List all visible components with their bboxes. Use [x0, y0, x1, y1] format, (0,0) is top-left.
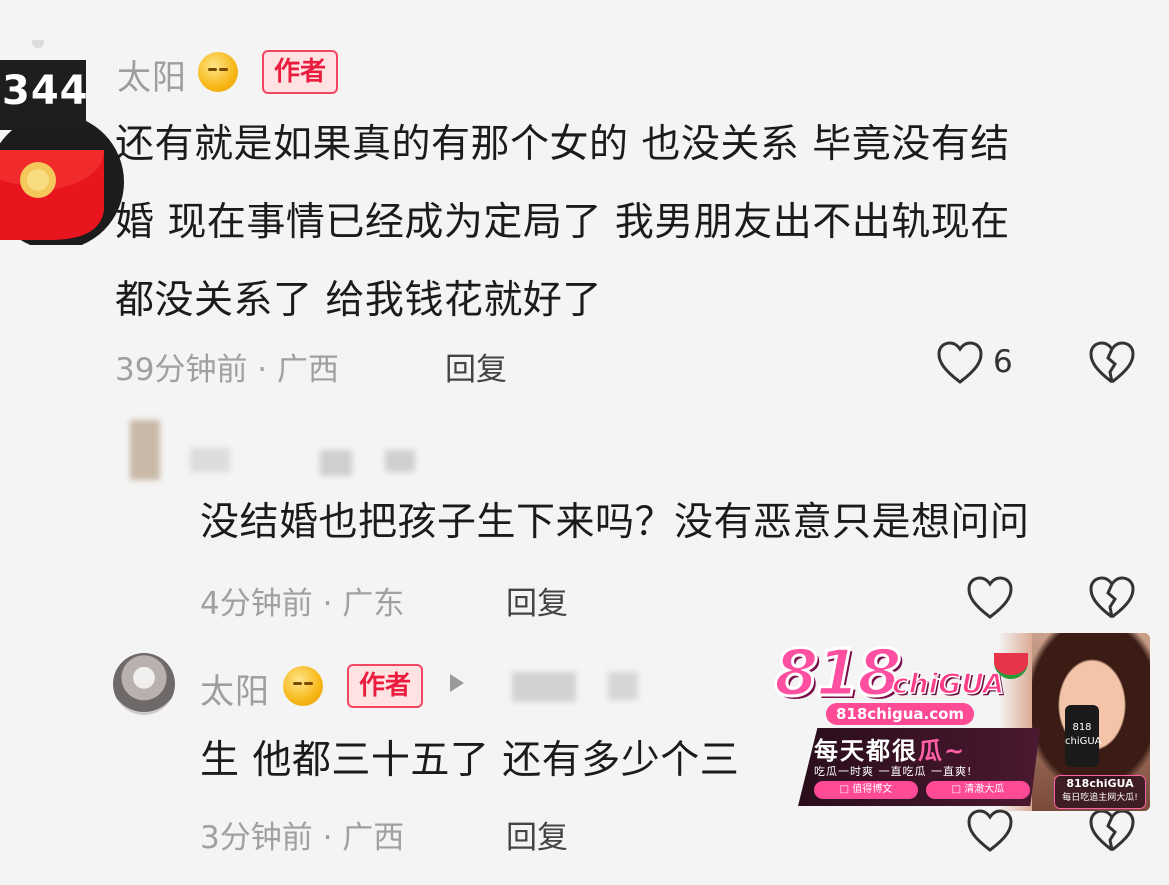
sun-emoji-icon	[283, 666, 323, 706]
sun-emoji-icon	[198, 52, 238, 92]
blurred-username	[320, 450, 352, 476]
broken-heart-icon	[1089, 576, 1135, 619]
ad-slogan-accent: 瓜~	[918, 737, 967, 765]
comment-text-line-1: 还有就是如果真的有那个女的 也没关系 毕竟没有结	[115, 122, 1010, 167]
ad-url: 818chigua.com	[826, 703, 974, 725]
comment-username[interactable]: 太阳	[117, 50, 187, 99]
author-badge: 作者	[347, 664, 424, 708]
broken-heart-icon	[1089, 809, 1135, 852]
like-button[interactable]	[966, 808, 1014, 858]
comment-username[interactable]: 太阳	[200, 664, 270, 713]
comment-text-line-3: 都没关系了 给我钱花就好了	[115, 278, 602, 323]
blurred-username	[512, 672, 576, 702]
blurred-username	[190, 448, 230, 472]
dislike-button[interactable]	[1088, 808, 1136, 858]
like-button[interactable]	[966, 575, 1014, 625]
blurred-username	[385, 450, 415, 472]
ad-phone-label: 818 chiGUA	[1065, 705, 1102, 767]
comment-text-line-2: 婚 现在事情已经成为定局了 我男朋友出不出轨现在	[115, 200, 1010, 245]
heart-outline-icon	[967, 576, 1013, 619]
ad-badge-subtitle: 每日吃追主网大瓜!	[1062, 793, 1138, 803]
like-count: 6	[993, 344, 1013, 380]
ad-logo-chigua: chiGUA	[891, 666, 1005, 701]
ad-chip-right: □ 清澈大瓜	[926, 781, 1030, 799]
ad-corner-badge: 818chiGUA 每日吃追主网大瓜!	[1054, 775, 1146, 809]
reply-text: 没结婚也把孩子生下来吗？没有恶意只是想问问	[200, 500, 1030, 545]
reply-button[interactable]: 回复	[506, 812, 568, 857]
user-avatar[interactable]	[113, 653, 175, 715]
reply-button[interactable]: 回复	[506, 578, 568, 623]
comment-time-location: 39分钟前 · 广西	[115, 352, 340, 388]
author-badge: 作者	[262, 50, 339, 94]
blurred-avatar[interactable]	[130, 420, 160, 480]
comment-time-location: 4分钟前 · 广东	[200, 586, 405, 622]
blurred-username	[608, 672, 638, 700]
reply-button[interactable]: 回复	[445, 344, 507, 389]
dislike-button[interactable]	[1088, 575, 1136, 625]
ad-subtitle: 吃瓜一时爽 一直吃瓜 一直爽!	[814, 765, 973, 778]
avatar-badge-number: 344	[2, 68, 89, 114]
dislike-button[interactable]	[1088, 340, 1136, 390]
ad-slogan-main: 每天都很	[814, 737, 918, 765]
ad-chip-left: □ 值得博文	[814, 781, 918, 799]
reply-arrow-icon	[450, 674, 464, 692]
ad-slogan: 每天都很瓜~	[814, 731, 966, 766]
broken-heart-icon	[1089, 341, 1135, 384]
heart-outline-icon	[967, 809, 1013, 852]
reply-text: 生 他都三十五了 还有多少个三	[200, 738, 740, 783]
heart-outline-icon	[937, 341, 983, 384]
comment-time-location: 3分钟前 · 广西	[200, 820, 405, 856]
like-button[interactable]	[936, 340, 984, 390]
ad-badge-title: 818chiGUA	[1066, 777, 1134, 790]
watermark-ad-banner[interactable]: 818 chiGUA 818chigua.com 每天都很瓜~ 吃瓜一时爽 一直…	[770, 633, 1150, 811]
ad-logo-818: 818	[773, 636, 904, 713]
